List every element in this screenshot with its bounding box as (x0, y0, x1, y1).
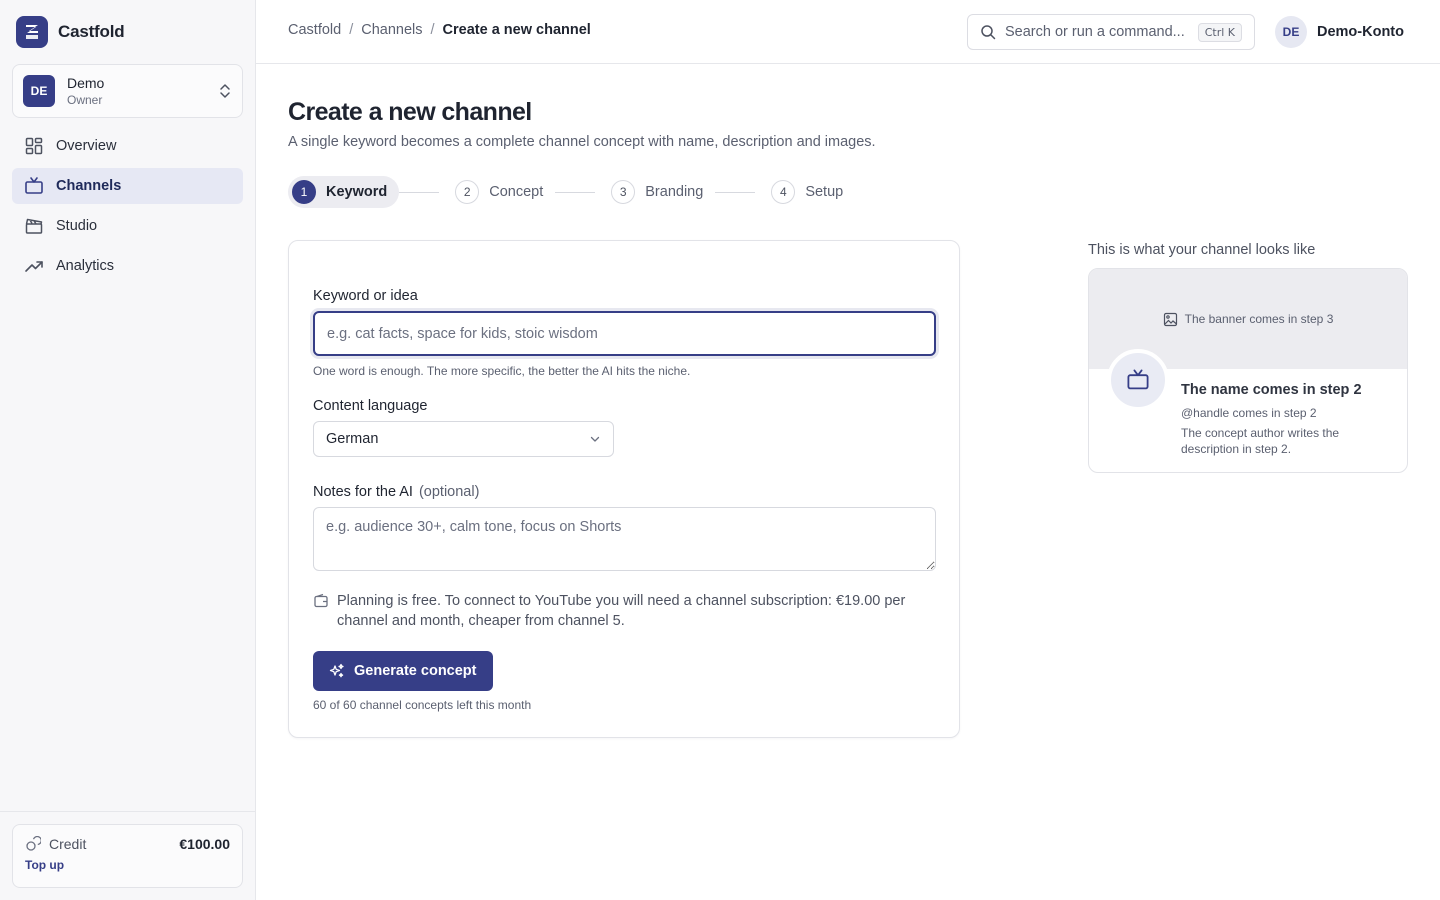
generate-concept-button[interactable]: Generate concept (313, 651, 493, 691)
step-connector (715, 191, 756, 193)
tv-icon (1127, 369, 1149, 390)
keyword-input[interactable] (313, 311, 936, 356)
sidebar: Castfold DE Demo Owner Overview Channels… (0, 0, 256, 900)
top-up-link[interactable]: Top up (25, 858, 230, 872)
wallet-icon (314, 593, 328, 608)
pricing-notice-line2: channel and month, cheaper from channel … (337, 613, 625, 629)
sidebar-item-channels[interactable]: Channels (12, 168, 243, 204)
channel-preview-card: The banner comes in step 3 The name come… (1088, 268, 1408, 473)
keyword-hint: One word is enough. The more specific, t… (313, 364, 691, 378)
page-subtitle: A single keyword becomes a complete chan… (288, 134, 876, 150)
grid-icon (25, 137, 43, 155)
sidebar-item-label: Channels (56, 178, 122, 194)
chevron-down-icon (590, 436, 600, 442)
step-number: 1 (292, 180, 316, 204)
preview-channel-description: The concept author writes the descriptio… (1181, 426, 1340, 456)
coins-icon (26, 836, 41, 851)
breadcrumb-separator: / (349, 22, 354, 38)
breadcrumb-link-castfold[interactable]: Castfold (288, 22, 341, 38)
trending-up-icon (25, 261, 43, 272)
user-name: Demo-Konto (1317, 24, 1404, 40)
step-connector (399, 191, 440, 193)
top-header: Castfold / Channels / Create a new chann… (256, 0, 1440, 64)
chevron-up-down-icon (220, 84, 230, 98)
avatar: DE (1275, 16, 1307, 48)
sidebar-footer: Credit €100.00 Top up (0, 811, 255, 888)
language-select[interactable]: German (313, 421, 614, 457)
page-title: Create a new channel (288, 98, 532, 126)
sidebar-item-label: Overview (56, 138, 117, 154)
workspace-name: Demo (67, 75, 105, 91)
keyword-label: Keyword or idea (313, 288, 418, 304)
user-menu[interactable]: DE Demo-Konto (1275, 16, 1404, 48)
sidebar-item-label: Analytics (56, 258, 115, 274)
credit-card: Credit €100.00 Top up (12, 824, 243, 888)
breadcrumb: Castfold / Channels / Create a new chann… (288, 22, 591, 38)
preview-title: This is what your channel looks like (1088, 242, 1316, 258)
sidebar-item-overview[interactable]: Overview (12, 128, 243, 164)
pricing-notice: Planning is free. To connect to YouTube … (313, 591, 936, 631)
notes-textarea[interactable] (313, 507, 936, 571)
language-label: Content language (313, 398, 428, 414)
language-value: German (326, 431, 379, 447)
keyword-form-card: Keyword or idea One word is enough. The … (288, 240, 960, 738)
search-shortcut: Ctrl K (1197, 22, 1242, 42)
notes-optional: (optional) (418, 484, 480, 500)
sidebar-item-label: Studio (56, 218, 98, 234)
breadcrumb-current: Create a new channel (442, 22, 591, 38)
credit-label: Credit (49, 836, 87, 852)
notes-label: Notes for the AI (optional) (313, 484, 479, 500)
sparkles-icon (329, 663, 344, 678)
step-connector (555, 191, 596, 193)
image-icon (1163, 312, 1177, 326)
workspace-switcher[interactable]: DE Demo Owner (12, 64, 243, 118)
step-keyword[interactable]: 1 Keyword (288, 176, 400, 208)
clapperboard-icon (25, 218, 43, 234)
step-concept[interactable]: 2 Concept (451, 176, 555, 208)
breadcrumb-separator: / (430, 22, 435, 38)
preview-channel-handle: @handle comes in step 2 (1181, 406, 1317, 420)
credit-amount: €100.00 (179, 836, 230, 852)
brand[interactable]: Castfold (16, 16, 125, 48)
pricing-notice-line1: Planning is free. To connect to YouTube … (337, 593, 906, 609)
sidebar-item-studio[interactable]: Studio (12, 208, 243, 244)
step-setup[interactable]: 4 Setup (767, 176, 855, 208)
sidebar-nav: Overview Channels Studio Analytics (12, 128, 243, 288)
step-label: Concept (489, 184, 544, 200)
step-number: 2 (455, 180, 480, 204)
tv-icon (25, 177, 43, 194)
step-number: 4 (771, 180, 796, 204)
generate-concept-label: Generate concept (354, 663, 477, 679)
workspace-avatar: DE (23, 75, 55, 107)
step-label: Keyword (326, 184, 388, 200)
step-label: Setup (805, 184, 844, 200)
step-branding[interactable]: 3 Branding (607, 176, 715, 208)
step-number: 3 (611, 180, 636, 204)
quota-text: 60 of 60 channel concepts left this mont… (313, 698, 532, 712)
workspace-role: Owner (67, 93, 103, 107)
preview-avatar (1107, 349, 1169, 411)
command-search[interactable]: Search or run a command... Ctrl K (967, 14, 1255, 50)
notes-label-text: Notes for the AI (313, 484, 413, 500)
search-icon (981, 25, 996, 40)
breadcrumb-link-channels[interactable]: Channels (361, 22, 422, 38)
step-label: Branding (645, 184, 704, 200)
search-placeholder: Search or run a command... (1005, 24, 1185, 40)
sidebar-item-analytics[interactable]: Analytics (12, 248, 243, 284)
app-name: Castfold (58, 22, 125, 41)
stepper: 1 Keyword 2 Concept 3 Branding 4 Setup (288, 176, 855, 208)
preview-channel-name: The name comes in step 2 (1181, 382, 1362, 398)
preview-banner-text: The banner comes in step 3 (1184, 312, 1334, 326)
castfold-logo-icon (16, 16, 48, 48)
